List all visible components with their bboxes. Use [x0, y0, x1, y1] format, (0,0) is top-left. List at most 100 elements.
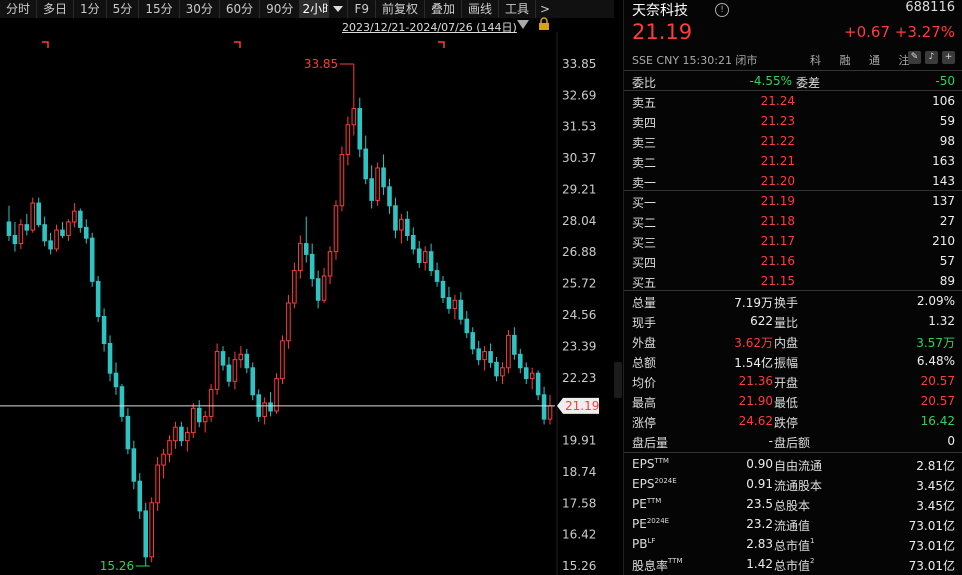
row-volume: 98	[939, 134, 955, 148]
fund-label: 流通股本	[774, 477, 822, 494]
panel-resize-handle[interactable]	[614, 362, 622, 398]
fund-value: 3.45亿	[916, 499, 955, 513]
candle-body	[446, 297, 452, 309]
y-tick-label: 25.72	[562, 277, 596, 291]
candle-body	[458, 299, 464, 320]
more-button[interactable]: >	[536, 0, 554, 18]
kline-chart[interactable]: 33.85 32.69 31.53 30.37 29.21 28.04 26.88 25.72…	[0, 32, 614, 575]
bell-icon[interactable]: ♪	[925, 51, 938, 64]
candle-body	[399, 218, 404, 231]
info-icon[interactable]: !	[715, 3, 729, 17]
candle-body	[518, 353, 523, 369]
lock-icon[interactable]	[538, 17, 550, 31]
candle-body	[78, 210, 83, 228]
stat-label: 外盘	[632, 336, 657, 350]
row-volume: 57	[939, 254, 955, 268]
candle-body	[333, 205, 339, 253]
fund-value: 0.91	[746, 477, 773, 491]
stat-label: 现手	[632, 316, 657, 330]
candle-body	[351, 108, 357, 126]
change-value: +0.67	[844, 23, 890, 41]
toolbar-button[interactable]: 工具	[499, 0, 537, 18]
row-label: 买四	[632, 256, 657, 270]
fund-label-text: 总市值	[774, 539, 811, 553]
period-tab[interactable]: 60分	[220, 0, 261, 18]
toolbar-button[interactable]: 前复权	[376, 0, 425, 18]
candle-body	[125, 415, 131, 450]
period-tab[interactable]: 90分	[260, 0, 301, 18]
row-label: 卖五	[632, 96, 657, 110]
fund-label-sup: 2024E	[646, 517, 670, 525]
period-tab[interactable]: 15分	[139, 0, 180, 18]
candle-body	[303, 243, 309, 255]
candle-body	[95, 280, 101, 317]
candle-body	[422, 251, 428, 263]
row-volume: 59	[939, 114, 955, 128]
range-dropdown-icon[interactable]	[517, 20, 529, 29]
stat-label: 均价	[632, 376, 657, 390]
candle-body	[226, 364, 232, 382]
stat-row: 均价 21.36 开盘 20.57	[624, 371, 962, 391]
candle-body	[298, 243, 303, 272]
stat-row: 盘后量 - 盘后额 0	[624, 431, 962, 451]
period-tab[interactable]: 分时	[0, 0, 38, 18]
period-tab[interactable]: 1分	[74, 0, 107, 18]
candle-body	[36, 202, 41, 226]
stat-value: 1.54亿	[734, 356, 773, 370]
period-dropdown-icon[interactable]	[329, 0, 349, 18]
candle-body	[119, 386, 125, 417]
fund-label-text: PE	[632, 517, 647, 531]
corner-marker	[234, 41, 241, 48]
ask-row: 卖三 21.22 98	[624, 131, 962, 151]
candle-body	[72, 210, 77, 223]
corner-marker	[42, 41, 49, 48]
candle-body	[179, 426, 184, 442]
row-label: 卖四	[632, 116, 657, 130]
toolbar-button[interactable]: 画线	[462, 0, 500, 18]
weicha-label: 委差	[796, 76, 821, 90]
row-label: 买二	[632, 216, 657, 230]
period-tab[interactable]: 多日	[37, 0, 75, 18]
candle-body	[292, 270, 297, 304]
y-tick-label: 28.04	[562, 214, 596, 228]
row-label: 买一	[632, 196, 657, 210]
kline-svg: 33.85 32.69 31.53 30.37 29.21 28.04 26.88 25.72…	[0, 32, 599, 575]
y-tick-label: 32.69	[562, 88, 596, 102]
y-tick-label: 23.39	[562, 339, 596, 353]
period-tab[interactable]: 2小时	[300, 0, 330, 18]
y-tick-label: 18.74	[562, 465, 596, 479]
toolbar-button[interactable]: 叠加	[425, 0, 463, 18]
candle-body	[250, 367, 256, 396]
candle-body	[66, 221, 71, 236]
row-volume: 137	[932, 194, 955, 208]
separator	[624, 452, 962, 453]
bid-row: 买一 21.19 137	[624, 191, 962, 211]
candle-body	[280, 340, 285, 380]
candle-body	[464, 318, 470, 334]
candle-body	[410, 234, 416, 250]
fund-value: 23.5	[746, 497, 773, 511]
y-tick-label: 17.58	[562, 496, 596, 510]
corner-marker	[438, 41, 445, 48]
period-tab[interactable]: 5分	[107, 0, 140, 18]
row-volume: 163	[932, 154, 955, 168]
candle-body	[131, 448, 137, 482]
stat-value: 622	[750, 314, 773, 328]
fund-value: 0.90	[746, 457, 773, 471]
fund-label-sup: 1	[810, 537, 815, 545]
candle-body	[202, 415, 208, 423]
edit-icon[interactable]: ✎	[908, 51, 921, 64]
row-label: 买三	[632, 236, 657, 250]
stat-value: 24.62	[738, 414, 773, 428]
row-price: 21.22	[760, 134, 795, 148]
add-icon[interactable]: +	[942, 51, 955, 64]
period-tab[interactable]: 30分	[180, 0, 220, 18]
candle-body	[185, 432, 190, 442]
toolbar-button[interactable]: F9	[348, 0, 376, 18]
stat-value: 20.57	[920, 394, 955, 408]
candle-body	[547, 405, 553, 420]
candle-body	[494, 361, 499, 377]
flag-connect: 通	[869, 54, 880, 67]
candle-body	[12, 234, 18, 245]
fund-label-sup: TTM	[646, 497, 662, 505]
